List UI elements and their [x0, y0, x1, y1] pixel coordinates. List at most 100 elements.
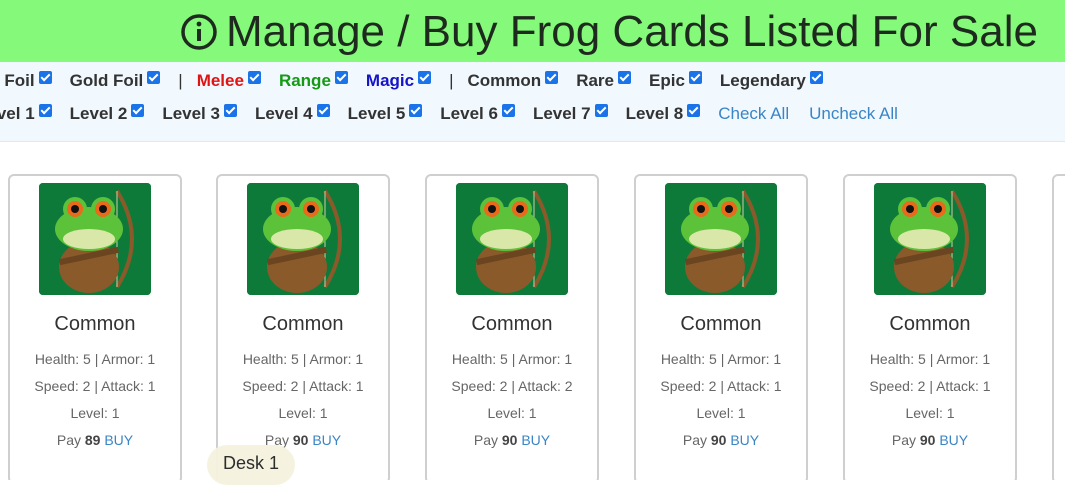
filter-melee[interactable]: Melee	[197, 70, 261, 92]
checkbox-icon[interactable]	[687, 104, 701, 117]
card-price: 90	[292, 432, 309, 448]
desk-label: Desk 1	[222, 453, 280, 473]
checkbox-icon[interactable]	[545, 71, 559, 84]
checkbox-icon[interactable]	[809, 71, 823, 84]
filter-label: Level 6	[440, 104, 498, 123]
checkbox-icon[interactable]	[316, 104, 330, 117]
filter-level-2[interactable]: Level 2	[70, 103, 145, 125]
card-rarity: Common	[680, 313, 762, 335]
card-level: Level: 1	[487, 405, 537, 421]
buy-button[interactable]: BUY	[730, 432, 759, 448]
card-stats-health-armor: Health: 5 | Armor: 1	[869, 351, 991, 367]
filter-label: Common	[467, 71, 542, 90]
card-price-line: Pay 89 BUY	[10, 432, 180, 448]
desk-tooltip: Desk 1	[207, 445, 295, 485]
checkbox-icon[interactable]	[147, 71, 161, 84]
filter-separator: |	[449, 71, 454, 90]
card-stats-health-armor: Health: 5 | Armor: 1	[660, 351, 782, 367]
frog-archer-image	[247, 183, 359, 295]
filter-rare[interactable]: Rare	[576, 70, 631, 92]
card-stats-speed-attack: Speed: 2 | Attack: 1	[34, 378, 156, 394]
card-price: 90	[501, 432, 518, 448]
checkbox-icon[interactable]	[38, 104, 52, 117]
filter-range[interactable]: Range	[279, 70, 348, 92]
frog-card[interactable]: Common Health: 5 | Armor: 1 Speed: 2 | A…	[843, 174, 1017, 480]
card-level: Level: 1	[905, 405, 955, 421]
pay-label: Pay	[473, 432, 498, 448]
filter-magic[interactable]: Magic	[365, 70, 432, 92]
filter-legendary[interactable]: Legendary	[720, 70, 823, 92]
filter-gold-foil[interactable]: Gold Foil	[70, 70, 161, 92]
filter-common[interactable]: Common	[468, 70, 559, 92]
pay-label: Pay	[56, 432, 81, 448]
card-rarity: Common	[262, 313, 344, 335]
filter-level-3[interactable]: Level 3	[162, 103, 237, 125]
filter-level-6[interactable]: Level 6	[440, 103, 515, 125]
frog-card-partial[interactable]	[1052, 174, 1065, 480]
filter-label: Gold Foil	[69, 71, 144, 90]
checkbox-icon[interactable]	[409, 104, 423, 117]
frog-archer-icon	[665, 183, 777, 295]
filter-epic[interactable]: Epic	[649, 70, 702, 92]
buy-button[interactable]: BUY	[939, 432, 968, 448]
card-price-line: Pay 90 BUY	[427, 432, 597, 448]
card-stats-speed-attack: Speed: 2 | Attack: 1	[869, 378, 991, 394]
buy-button[interactable]: BUY	[521, 432, 550, 448]
card-stats-speed-attack: Speed: 2 | Attack: 1	[660, 378, 782, 394]
frog-card[interactable]: Common Health: 5 | Armor: 1 Speed: 2 | A…	[425, 174, 599, 480]
filter-label: Legendary	[719, 71, 806, 90]
card-price: 90	[710, 432, 727, 448]
checkbox-icon[interactable]	[223, 104, 237, 117]
checkbox-icon[interactable]	[618, 71, 631, 84]
card-level: Level: 1	[278, 405, 328, 421]
filter-label: Level 1	[0, 104, 35, 123]
checkbox-icon[interactable]	[418, 71, 432, 84]
card-stats-health-armor: Health: 5 | Armor: 1	[242, 351, 364, 367]
frog-card[interactable]: Common Health: 5 | Armor: 1 Speed: 2 | A…	[8, 174, 182, 480]
card-rarity: Common	[471, 313, 553, 335]
check-all-link[interactable]: Check All	[718, 104, 789, 124]
checkbox-icon[interactable]	[594, 104, 608, 117]
filter-level-7[interactable]: Level 7	[533, 103, 608, 125]
filter-row-type: No Foil Gold Foil | Melee Range Magic | …	[0, 68, 841, 94]
frog-card[interactable]: Common Health: 5 | Armor: 1 Speed: 2 | A…	[216, 174, 390, 480]
filter-label: Magic	[365, 71, 415, 90]
filter-label: Level 5	[347, 104, 406, 123]
frog-archer-image	[665, 183, 777, 295]
checkbox-icon[interactable]	[131, 104, 145, 117]
frog-archer-icon	[456, 183, 568, 295]
filter-level-8[interactable]: Level 8	[626, 103, 701, 125]
filter-label: Level 8	[625, 104, 684, 123]
frog-archer-image	[39, 183, 151, 295]
frog-archer-icon	[39, 183, 151, 295]
uncheck-all-link[interactable]: Uncheck All	[809, 104, 898, 124]
checkbox-icon[interactable]	[247, 71, 261, 84]
buy-button[interactable]: BUY	[312, 432, 341, 448]
page-header: Manage / Buy Frog Cards Listed For Sale	[0, 0, 1065, 62]
card-rarity: Common	[889, 313, 971, 335]
filter-label: Rare	[576, 71, 614, 90]
filter-label: Level 4	[254, 104, 313, 123]
card-list: Common Health: 5 | Armor: 1 Speed: 2 | A…	[0, 142, 1065, 480]
pay-label: Pay	[891, 432, 916, 448]
filter-level-1[interactable]: Level 1	[0, 103, 52, 125]
frog-archer-icon	[874, 183, 986, 295]
checkbox-icon[interactable]	[501, 104, 515, 117]
header-title-group: Manage / Buy Frog Cards Listed For Sale	[180, 7, 1038, 56]
filter-level-5[interactable]: Level 5	[348, 103, 423, 125]
card-price-line: Pay 90 BUY	[845, 432, 1015, 448]
checkbox-icon[interactable]	[334, 71, 348, 84]
card-level: Level: 1	[696, 405, 746, 421]
buy-button[interactable]: BUY	[104, 432, 133, 448]
filter-label: Level 3	[162, 104, 220, 123]
info-icon	[181, 14, 217, 50]
filter-no-foil[interactable]: No Foil	[0, 70, 52, 92]
filter-label: Range	[278, 71, 331, 90]
frog-card[interactable]: Common Health: 5 | Armor: 1 Speed: 2 | A…	[634, 174, 808, 480]
frog-archer-image	[456, 183, 568, 295]
card-rarity: Common	[54, 313, 136, 335]
checkbox-icon[interactable]	[688, 71, 702, 84]
filter-level-4[interactable]: Level 4	[255, 103, 330, 125]
filter-label: Level 2	[69, 104, 128, 123]
checkbox-icon[interactable]	[38, 71, 52, 84]
